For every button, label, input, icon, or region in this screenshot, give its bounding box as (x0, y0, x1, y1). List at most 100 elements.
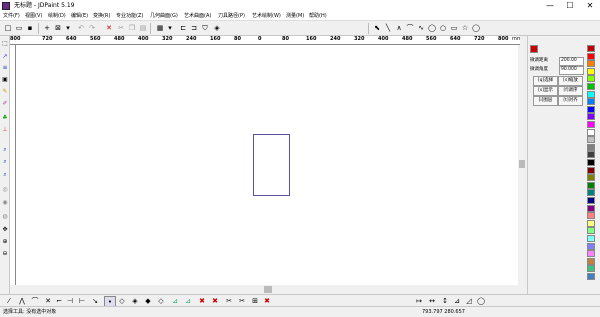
palette-swatch[interactable] (587, 174, 595, 182)
menu-view[interactable]: 视图(V) (25, 12, 42, 21)
break-icon[interactable]: ⊣ (65, 296, 75, 306)
dimension-a-icon[interactable]: ↦ (414, 296, 424, 306)
horizontal-scrollbar[interactable] (16, 285, 518, 294)
render-icon[interactable]: ◉ (1, 199, 9, 207)
cut-icon[interactable]: ✂ (116, 23, 126, 33)
palette-swatch[interactable] (587, 159, 595, 166)
fillet-icon[interactable]: ⌐ (54, 296, 64, 306)
tool-d-icon[interactable]: ✖ (210, 296, 220, 306)
tree-icon[interactable]: ♣ (1, 114, 9, 122)
maximize-button[interactable]: ☐ (560, 0, 580, 12)
zoom-window-icon[interactable]: ⌕ (1, 146, 9, 154)
menu-measure[interactable]: 测量(M) (286, 12, 304, 21)
palette-swatch[interactable] (587, 136, 595, 144)
extend-icon[interactable]: ⊢ (77, 296, 87, 306)
view-3d-icon[interactable]: ◎ (1, 186, 9, 194)
arc-icon[interactable]: ⌒ (405, 23, 415, 33)
align-right-icon[interactable]: ⊐ (189, 23, 199, 33)
palette-swatch[interactable] (587, 105, 595, 113)
trim-icon[interactable]: ✕ (43, 296, 53, 306)
pan-view-icon[interactable]: ◍ (1, 213, 9, 221)
menu-transform[interactable]: 变换(R) (93, 12, 110, 21)
palette-swatch[interactable] (587, 197, 595, 204)
undo-icon[interactable]: ↶ (76, 23, 86, 33)
tool-delete-icon[interactable]: ✖ (262, 296, 272, 306)
palette-swatch[interactable] (587, 60, 595, 68)
drawing-canvas[interactable] (16, 45, 518, 285)
zoom-in-icon[interactable]: ⊕ (1, 238, 9, 246)
brush-icon[interactable]: ✐ (1, 100, 9, 108)
palette-swatch[interactable] (587, 121, 595, 128)
align-button[interactable]: [t]对齐 (558, 96, 583, 106)
polyline-icon[interactable]: ∧ (394, 23, 404, 33)
circle-icon[interactable]: ○ (438, 23, 448, 33)
zoom-out-icon[interactable]: ⌕ (1, 158, 9, 166)
menu-professional[interactable]: 专业功能(Z) (116, 12, 143, 21)
zoom-fit-icon[interactable]: ⌕ (1, 171, 9, 179)
menu-draw[interactable]: 绘制(D) (48, 12, 66, 21)
palette-swatch[interactable] (587, 67, 595, 75)
dimension-b-icon[interactable]: ↔ (427, 296, 437, 306)
palette-swatch[interactable] (587, 52, 595, 60)
palette-swatch[interactable] (587, 98, 595, 106)
vertical-scroll-thumb[interactable] (519, 160, 525, 168)
select-tool-icon[interactable]: ⬚ (1, 40, 9, 48)
palette-swatch[interactable] (587, 227, 595, 235)
arc-draw-icon[interactable]: ⌒ (30, 296, 40, 306)
menu-art-surface[interactable]: 艺术曲面(A) (184, 12, 211, 21)
palette-swatch[interactable] (587, 166, 595, 174)
align-left-icon[interactable]: ⊏ (178, 23, 188, 33)
multi-line-icon[interactable]: ⋀ (17, 296, 27, 306)
select-box-icon[interactable]: ⊠ (53, 23, 63, 33)
menu-file[interactable]: 文件(F) (3, 12, 20, 21)
palette-swatch[interactable] (587, 75, 595, 83)
move-icon[interactable]: ✥ (1, 226, 9, 234)
node-break-icon[interactable]: ◇ (156, 296, 166, 306)
tool-b-icon[interactable]: ⊿ (183, 296, 193, 306)
menu-toolpath[interactable]: 刀具路径(P) (218, 12, 245, 21)
vertical-scrollbar[interactable] (518, 45, 526, 285)
palette-swatch[interactable] (587, 212, 595, 220)
measure-icon[interactable]: ⊥ (1, 126, 9, 134)
paste-icon[interactable]: ▤ (138, 23, 148, 33)
join-icon[interactable]: ↘ (90, 296, 100, 306)
palette-swatch[interactable] (587, 189, 595, 197)
node-link-icon[interactable]: ◆ (143, 296, 153, 306)
palette-swatch[interactable] (587, 204, 595, 212)
rectangle-shape[interactable] (253, 134, 290, 196)
palette-swatch[interactable] (587, 219, 595, 227)
ellipse-icon[interactable]: ◯ (427, 23, 437, 33)
dropdown-arrow-icon[interactable]: ▾ (63, 23, 73, 33)
tool-a-icon[interactable]: ⊿ (170, 296, 180, 306)
delete-icon[interactable]: ✕ (104, 23, 114, 33)
palette-swatch[interactable] (587, 242, 595, 250)
menu-help[interactable]: 帮助(H) (309, 12, 327, 21)
curve-icon[interactable]: ∿ (416, 23, 426, 33)
node-edit-icon[interactable]: ↗ (1, 53, 9, 61)
menu-geometry-surface[interactable]: 几何曲面(G) (150, 12, 178, 21)
tool-f-icon[interactable]: ✂ (237, 296, 247, 306)
tool-e-icon[interactable]: ✂ (224, 296, 234, 306)
scale-button[interactable]: [s]缩放 (558, 76, 583, 86)
zoom-out-small-icon[interactable]: ⊖ (1, 250, 9, 258)
palette-swatch[interactable] (587, 181, 595, 189)
palette-swatch[interactable] (587, 151, 595, 159)
open-folder-icon[interactable]: ▭ (14, 23, 24, 33)
display-button[interactable]: [s]显示 (533, 86, 558, 96)
palette-swatch[interactable] (587, 143, 595, 151)
palette-swatch[interactable] (587, 113, 595, 121)
crosshair-icon[interactable]: + (42, 23, 52, 33)
node-add-icon[interactable]: ◇ (117, 296, 127, 306)
rectangle-icon[interactable]: ▭ (449, 23, 459, 33)
dimension-c-icon[interactable]: ↕ (440, 296, 450, 306)
palette-swatch[interactable] (587, 83, 595, 90)
close-button[interactable]: ✕ (580, 0, 600, 12)
menu-art-draw[interactable]: 艺术绘制(W) (252, 12, 281, 21)
layer-button[interactable]: [i]图层 (533, 96, 558, 106)
pencil-icon[interactable]: ✎ (1, 88, 9, 96)
copy-icon[interactable]: ❐ (127, 23, 137, 33)
palette-swatch[interactable] (587, 90, 595, 98)
palette-swatch[interactable] (587, 45, 595, 52)
menu-edit[interactable]: 编辑(E) (71, 12, 88, 21)
tool-g-icon[interactable]: ⊞ (250, 296, 260, 306)
